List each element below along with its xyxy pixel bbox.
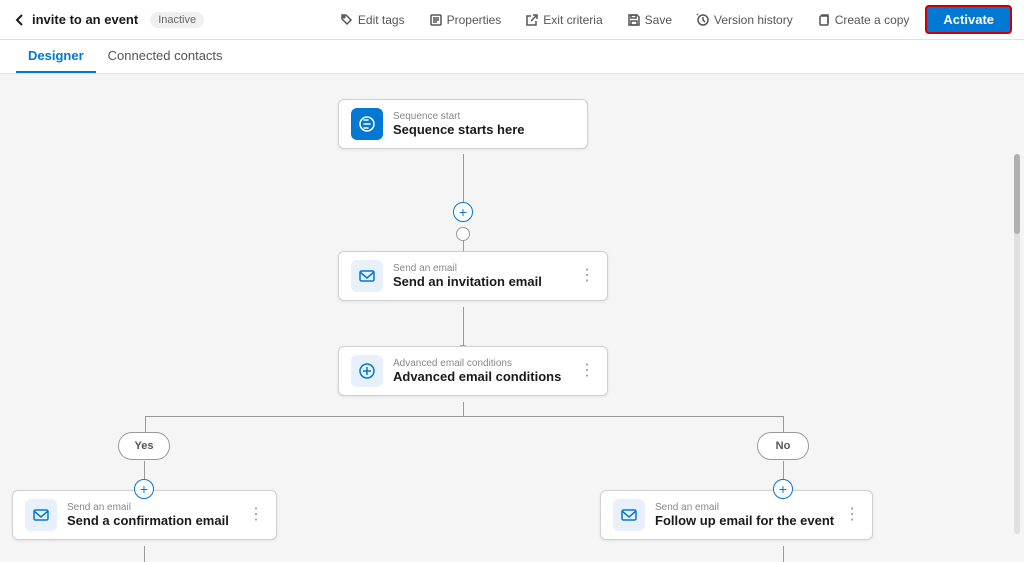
- sequence-start-icon: [358, 115, 376, 133]
- connector-h-main: [145, 416, 783, 417]
- sequence-start-title: Sequence starts here: [393, 122, 575, 137]
- no-branch-label: No: [757, 432, 809, 460]
- email-1-icon: [358, 267, 376, 285]
- tab-designer-label: Designer: [28, 48, 84, 63]
- advanced-conditions-title: Advanced email conditions: [393, 369, 569, 384]
- tab-connected-contacts[interactable]: Connected contacts: [96, 40, 235, 73]
- send-email-1-title: Send an invitation email: [393, 274, 569, 289]
- advanced-conditions-icon-box: [351, 355, 383, 387]
- back-button[interactable]: invite to an event: [12, 12, 138, 28]
- advanced-conditions-label: Advanced email conditions: [393, 358, 569, 369]
- connector-no-v2: [783, 461, 784, 479]
- email-yes-icon: [32, 506, 50, 524]
- circle-node-1: [456, 227, 470, 241]
- advanced-conditions-text: Advanced email conditions Advanced email…: [393, 358, 569, 384]
- email-no-icon-box: [613, 499, 645, 531]
- tab-designer[interactable]: Designer: [16, 40, 96, 73]
- advanced-conditions-menu[interactable]: ⋮: [579, 363, 595, 379]
- properties-button[interactable]: Properties: [421, 9, 510, 31]
- version-history-button[interactable]: Version history: [688, 9, 801, 31]
- send-email-no-text: Send an email Follow up email for the ev…: [655, 502, 834, 528]
- email-no-icon: [620, 506, 638, 524]
- edit-tags-label: Edit tags: [358, 13, 405, 27]
- connector-yes-v4: [144, 546, 145, 562]
- properties-icon: [429, 13, 443, 27]
- scrollbar-thumb[interactable]: [1014, 154, 1020, 234]
- advanced-conditions-node[interactable]: Advanced email conditions Advanced email…: [338, 346, 608, 396]
- version-history-icon: [696, 13, 710, 27]
- create-copy-label: Create a copy: [835, 13, 910, 27]
- send-email-no-menu[interactable]: ⋮: [844, 507, 860, 523]
- plus-button-no[interactable]: +: [773, 479, 793, 499]
- connector-5: [463, 402, 464, 416]
- sequence-start-label: Sequence start: [393, 111, 575, 122]
- send-email-1-label: Send an email: [393, 263, 569, 274]
- send-email-yes-title: Send a confirmation email: [67, 513, 238, 528]
- scrollbar[interactable]: [1014, 154, 1020, 534]
- connector-2: [463, 241, 464, 251]
- sequence-start-icon-box: [351, 108, 383, 140]
- send-email-no-label: Send an email: [655, 502, 834, 513]
- copy-icon: [817, 13, 831, 27]
- exit-criteria-button[interactable]: Exit criteria: [517, 9, 610, 31]
- save-label: Save: [645, 13, 672, 27]
- connector-3: [463, 307, 464, 345]
- tag-icon: [340, 13, 354, 27]
- properties-label: Properties: [447, 13, 502, 27]
- activate-button[interactable]: Activate: [925, 5, 1012, 34]
- plus-button-1[interactable]: +: [453, 202, 473, 222]
- yes-label: Yes: [135, 440, 154, 452]
- sequence-start-node[interactable]: Sequence start Sequence starts here: [338, 99, 588, 149]
- send-email-1-text: Send an email Send an invitation email: [393, 263, 569, 289]
- plus-button-yes[interactable]: +: [134, 479, 154, 499]
- page-title: invite to an event: [32, 12, 138, 27]
- save-icon: [627, 13, 641, 27]
- edit-tags-button[interactable]: Edit tags: [332, 9, 413, 31]
- exit-criteria-icon: [525, 13, 539, 27]
- header: invite to an event Inactive Edit tags Pr…: [0, 0, 1024, 40]
- connector-1: [463, 154, 464, 202]
- email-yes-icon-box: [25, 499, 57, 531]
- send-email-no-title: Follow up email for the event: [655, 513, 834, 528]
- create-copy-button[interactable]: Create a copy: [809, 9, 918, 31]
- save-button[interactable]: Save: [619, 9, 680, 31]
- connector-yes-v2: [144, 461, 145, 479]
- send-email-1-node[interactable]: Send an email Send an invitation email ⋮: [338, 251, 608, 301]
- flow-canvas: Sequence start Sequence starts here + Se…: [0, 74, 1024, 562]
- tabs-bar: Designer Connected contacts: [0, 40, 1024, 74]
- send-email-no-node[interactable]: Send an email Follow up email for the ev…: [600, 490, 873, 540]
- version-history-label: Version history: [714, 13, 793, 27]
- send-email-yes-text: Send an email Send a confirmation email: [67, 502, 238, 528]
- tab-connected-contacts-label: Connected contacts: [108, 48, 223, 63]
- yes-branch-label: Yes: [118, 432, 170, 460]
- sequence-start-text: Sequence start Sequence starts here: [393, 111, 575, 137]
- send-email-1-menu[interactable]: ⋮: [579, 268, 595, 284]
- exit-criteria-label: Exit criteria: [543, 13, 602, 27]
- status-badge: Inactive: [150, 12, 204, 28]
- connector-no-v4: [783, 546, 784, 562]
- send-email-yes-menu[interactable]: ⋮: [248, 507, 264, 523]
- send-email-yes-label: Send an email: [67, 502, 238, 513]
- email-1-icon-box: [351, 260, 383, 292]
- no-label: No: [776, 440, 791, 452]
- advanced-conditions-icon: [358, 362, 376, 380]
